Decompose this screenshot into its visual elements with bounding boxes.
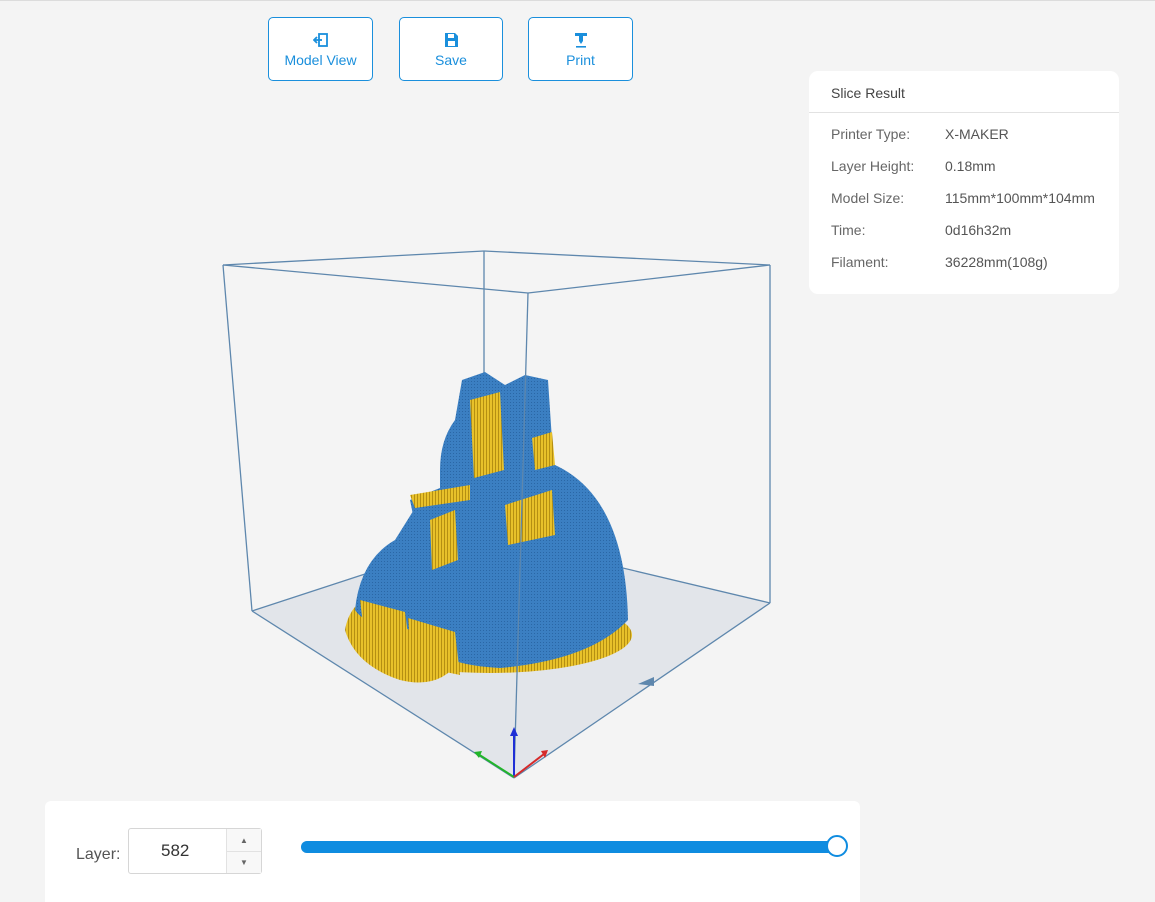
model-size-row: Model Size: 115mm*100mm*104mm — [809, 190, 1119, 222]
row-value: X-MAKER — [945, 126, 1009, 142]
layer-value[interactable]: 582 — [161, 841, 189, 861]
row-value: 0d16h32m — [945, 222, 1012, 238]
row-value: 115mm*100mm*104mm — [945, 190, 1095, 206]
layer-slider[interactable] — [301, 835, 848, 857]
slice-result-title: Slice Result — [809, 71, 1119, 113]
row-key: Filament: — [831, 254, 889, 270]
sliced-model — [345, 372, 632, 683]
row-key: Time: — [831, 222, 866, 238]
layer-stepper: ▲ ▼ — [226, 829, 261, 873]
layer-control-bar: Layer: 582 ▲ ▼ — [45, 801, 860, 902]
layer-slider-thumb[interactable] — [826, 835, 848, 857]
row-value: 36228mm(108g) — [945, 254, 1048, 270]
row-key: Model Size: — [831, 190, 905, 206]
layer-label: Layer: — [76, 846, 121, 863]
layer-number-input[interactable]: 582 ▲ ▼ — [128, 828, 262, 874]
caret-down-icon: ▼ — [240, 857, 248, 867]
row-key: Printer Type: — [831, 126, 911, 142]
caret-up-icon: ▲ — [240, 835, 248, 845]
increment-button[interactable]: ▲ — [227, 829, 261, 852]
layer-height-row: Layer Height: 0.18mm — [809, 158, 1119, 190]
printer-type-row: Printer Type: X-MAKER — [809, 126, 1119, 158]
layer-slider-fill — [301, 841, 837, 853]
slice-result-panel: Slice Result Printer Type: X-MAKER Layer… — [809, 71, 1119, 294]
time-row: Time: 0d16h32m — [809, 222, 1119, 254]
decrement-button[interactable]: ▼ — [227, 851, 261, 873]
filament-row: Filament: 36228mm(108g) — [809, 254, 1119, 286]
row-value: 0.18mm — [945, 158, 996, 174]
row-key: Layer Height: — [831, 158, 915, 174]
